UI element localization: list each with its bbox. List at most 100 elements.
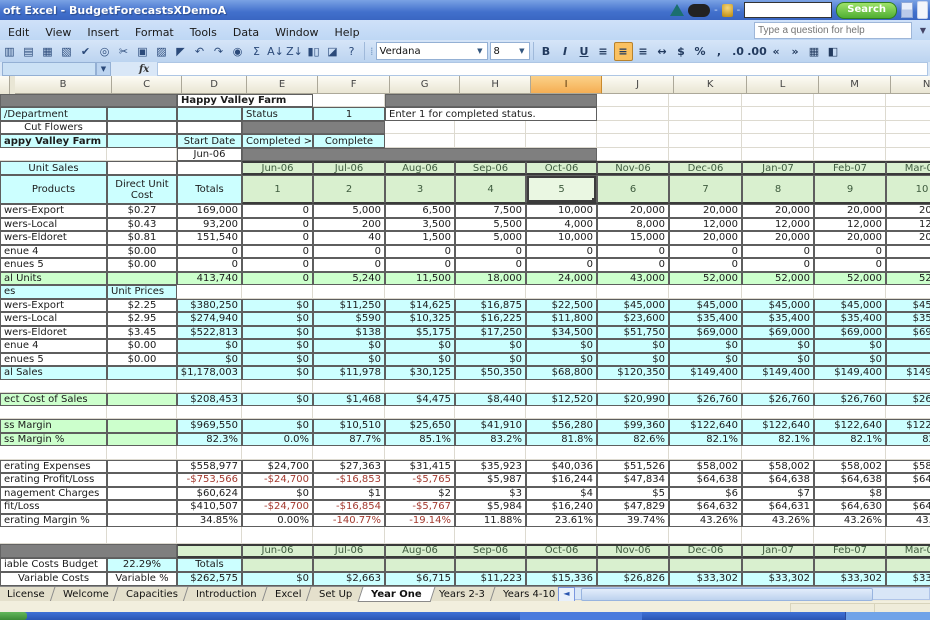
cell[interactable]: Jun-06 [242, 544, 313, 558]
cell[interactable]: 0 [597, 258, 669, 272]
scrollbar-track[interactable] [575, 587, 930, 600]
cell[interactable]: 6 [597, 175, 669, 204]
cell[interactable]: $8,440 [455, 393, 526, 407]
grid-cell[interactable] [242, 285, 313, 299]
grid-cell[interactable] [742, 406, 814, 419]
cell[interactable]: $138 [313, 326, 385, 340]
grid-cell[interactable] [742, 285, 814, 299]
cell[interactable]: $35,923 [455, 460, 526, 474]
cell[interactable]: 34.85% [177, 514, 242, 528]
cell[interactable]: $24,700 [242, 460, 313, 474]
menu-item-data[interactable]: Data [225, 24, 267, 41]
cell[interactable]: $11,800 [526, 312, 597, 326]
cell[interactable]: erating Margin % [0, 514, 107, 528]
grid-cell[interactable] [669, 285, 742, 299]
cell[interactable] [0, 94, 177, 107]
cell[interactable]: 3 [385, 175, 455, 204]
cell[interactable] [107, 487, 177, 501]
sheet-tab-year-one[interactable]: Year One [357, 587, 435, 602]
redo-icon[interactable]: ↷ [210, 43, 227, 60]
cell[interactable] [177, 161, 242, 175]
cell[interactable]: $0.00 [107, 258, 177, 272]
menu-item-insert[interactable]: Insert [79, 24, 127, 41]
cell[interactable] [313, 558, 385, 572]
chart-wizard-icon[interactable]: ▮▯ [305, 43, 322, 60]
grid-cell[interactable] [814, 285, 886, 299]
cell[interactable]: 9 [814, 175, 886, 204]
cell[interactable]: 0 [669, 245, 742, 259]
cell[interactable]: 6,500 [385, 204, 455, 218]
cell[interactable]: es [0, 285, 107, 299]
grid-cell[interactable] [385, 527, 455, 544]
cell[interactable]: $5,984 [455, 500, 526, 514]
grid-cell[interactable] [0, 527, 107, 544]
grid-cell[interactable] [177, 527, 242, 544]
cell[interactable]: 0 [886, 258, 930, 272]
cell[interactable]: 7 [669, 175, 742, 204]
cell[interactable] [107, 433, 177, 447]
cell[interactable]: $0 [597, 353, 669, 367]
cell[interactable]: $262,575 [177, 572, 242, 586]
cell[interactable]: $50,350 [455, 366, 526, 380]
cell[interactable]: Unit Prices [107, 285, 177, 299]
grid-cell[interactable] [455, 121, 526, 134]
grid-cell[interactable] [597, 94, 669, 107]
cell[interactable]: $149,400 [742, 366, 814, 380]
cell[interactable]: $26,760 [742, 393, 814, 407]
cell[interactable]: $5,987 [455, 473, 526, 487]
grid-cell[interactable] [242, 406, 313, 419]
cell[interactable]: -$16,854 [313, 500, 385, 514]
search-input[interactable] [744, 2, 832, 18]
grid-cell[interactable] [814, 121, 886, 134]
cell[interactable]: $11,223 [455, 572, 526, 586]
grid-cell[interactable] [455, 380, 526, 393]
grid-cell[interactable] [242, 527, 313, 544]
cell[interactable]: $0.00 [107, 339, 177, 353]
cell[interactable] [177, 107, 242, 121]
cell[interactable]: $51,526 [597, 460, 669, 474]
grid-cell[interactable] [886, 446, 930, 460]
cell[interactable]: $380,250 [177, 299, 242, 313]
cell[interactable]: 18,000 [455, 272, 526, 286]
cell[interactable]: $0 [385, 353, 455, 367]
cell[interactable]: appy Valley Farm [0, 134, 107, 148]
cell[interactable]: erating Profit/Loss [0, 473, 107, 487]
grid-cell[interactable] [742, 148, 814, 161]
cell[interactable]: -19.14% [385, 514, 455, 528]
cell[interactable]: 0 [814, 258, 886, 272]
insert-hyperlink-icon[interactable]: ◉ [229, 43, 246, 60]
cell[interactable]: 87.7% [313, 433, 385, 447]
cell[interactable]: $0 [242, 299, 313, 313]
cell[interactable]: $1,178,003 [177, 366, 242, 380]
cell[interactable]: $45,000 [742, 299, 814, 313]
cell[interactable] [242, 148, 597, 161]
cell[interactable]: Dec-06 [669, 544, 742, 558]
cell[interactable]: $64,630 [814, 500, 886, 514]
name-box-dropdown-icon[interactable]: ▼ [96, 62, 111, 76]
cell[interactable]: Enter 1 for completed status. [385, 107, 597, 121]
cell[interactable]: 11,500 [385, 272, 455, 286]
grid-cell[interactable] [814, 94, 886, 107]
cell[interactable]: -$5,767 [385, 500, 455, 514]
cell[interactable]: $17,250 [455, 326, 526, 340]
cell[interactable]: $23,600 [597, 312, 669, 326]
cell[interactable]: Products [0, 175, 107, 204]
font-name-select[interactable]: Verdana▼ [376, 42, 488, 60]
cell[interactable]: 82.1% [886, 433, 930, 447]
grid-cell[interactable] [313, 527, 385, 544]
grid-cell[interactable] [526, 406, 597, 419]
cell[interactable]: $1 [313, 487, 385, 501]
cell[interactable]: 0 [242, 272, 313, 286]
column-header-E[interactable]: E [247, 76, 318, 94]
cell[interactable]: $0 [242, 366, 313, 380]
cell[interactable]: $64,638 [742, 473, 814, 487]
cell[interactable]: $58,002 [814, 460, 886, 474]
cell[interactable]: $11,978 [313, 366, 385, 380]
cell[interactable]: $99,360 [597, 419, 669, 433]
cell[interactable]: $26,760 [814, 393, 886, 407]
drawing-icon[interactable]: ◪ [324, 43, 341, 60]
grid-cell[interactable] [597, 121, 669, 134]
cell[interactable]: $0 [814, 353, 886, 367]
cell[interactable]: Feb-07 [814, 544, 886, 558]
cell[interactable]: $0 [313, 353, 385, 367]
